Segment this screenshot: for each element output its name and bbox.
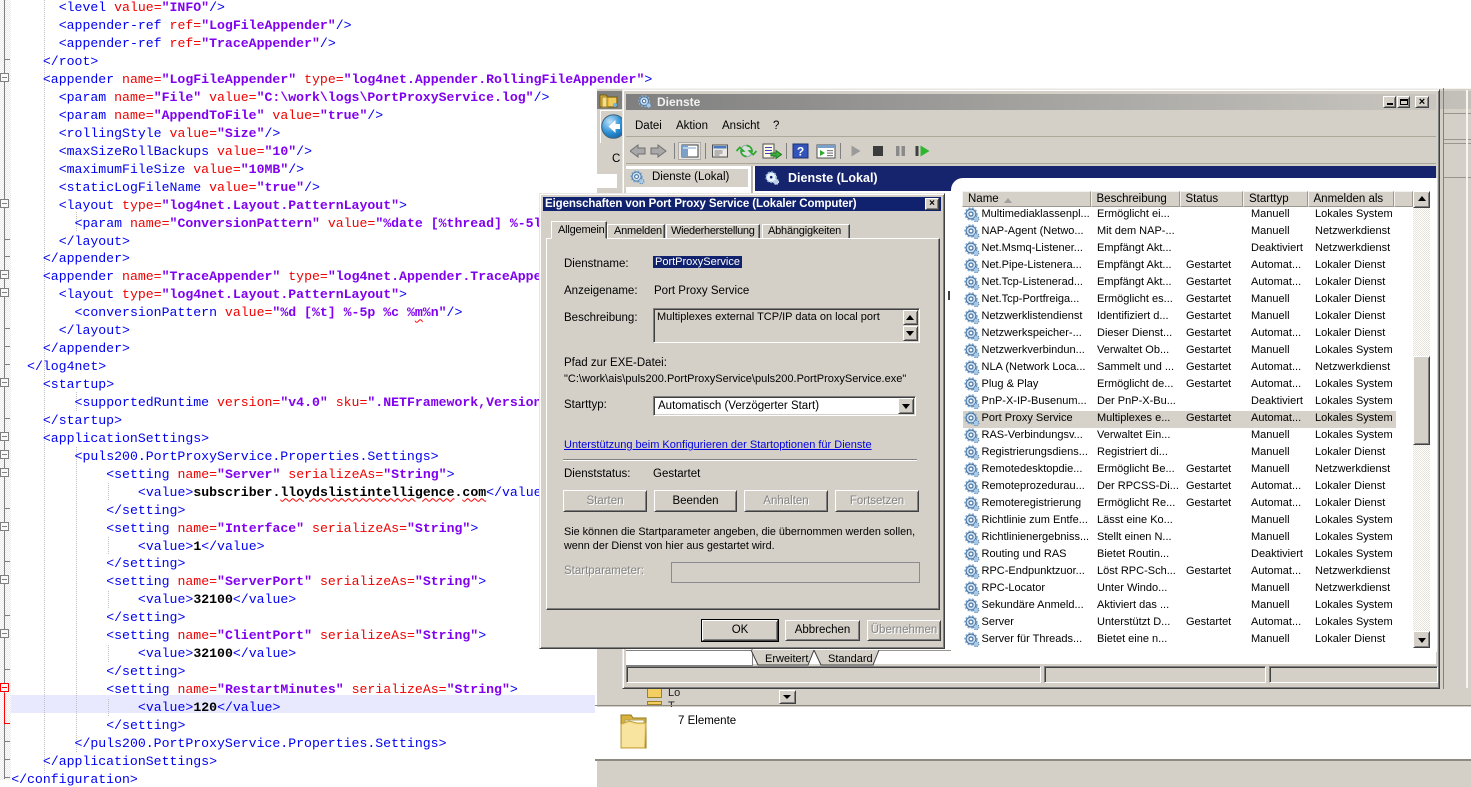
svg-text:?: ? — [797, 145, 804, 159]
svg-text:Standard: Standard — [828, 653, 873, 665]
svg-text:Erweitert: Erweitert — [765, 653, 808, 665]
